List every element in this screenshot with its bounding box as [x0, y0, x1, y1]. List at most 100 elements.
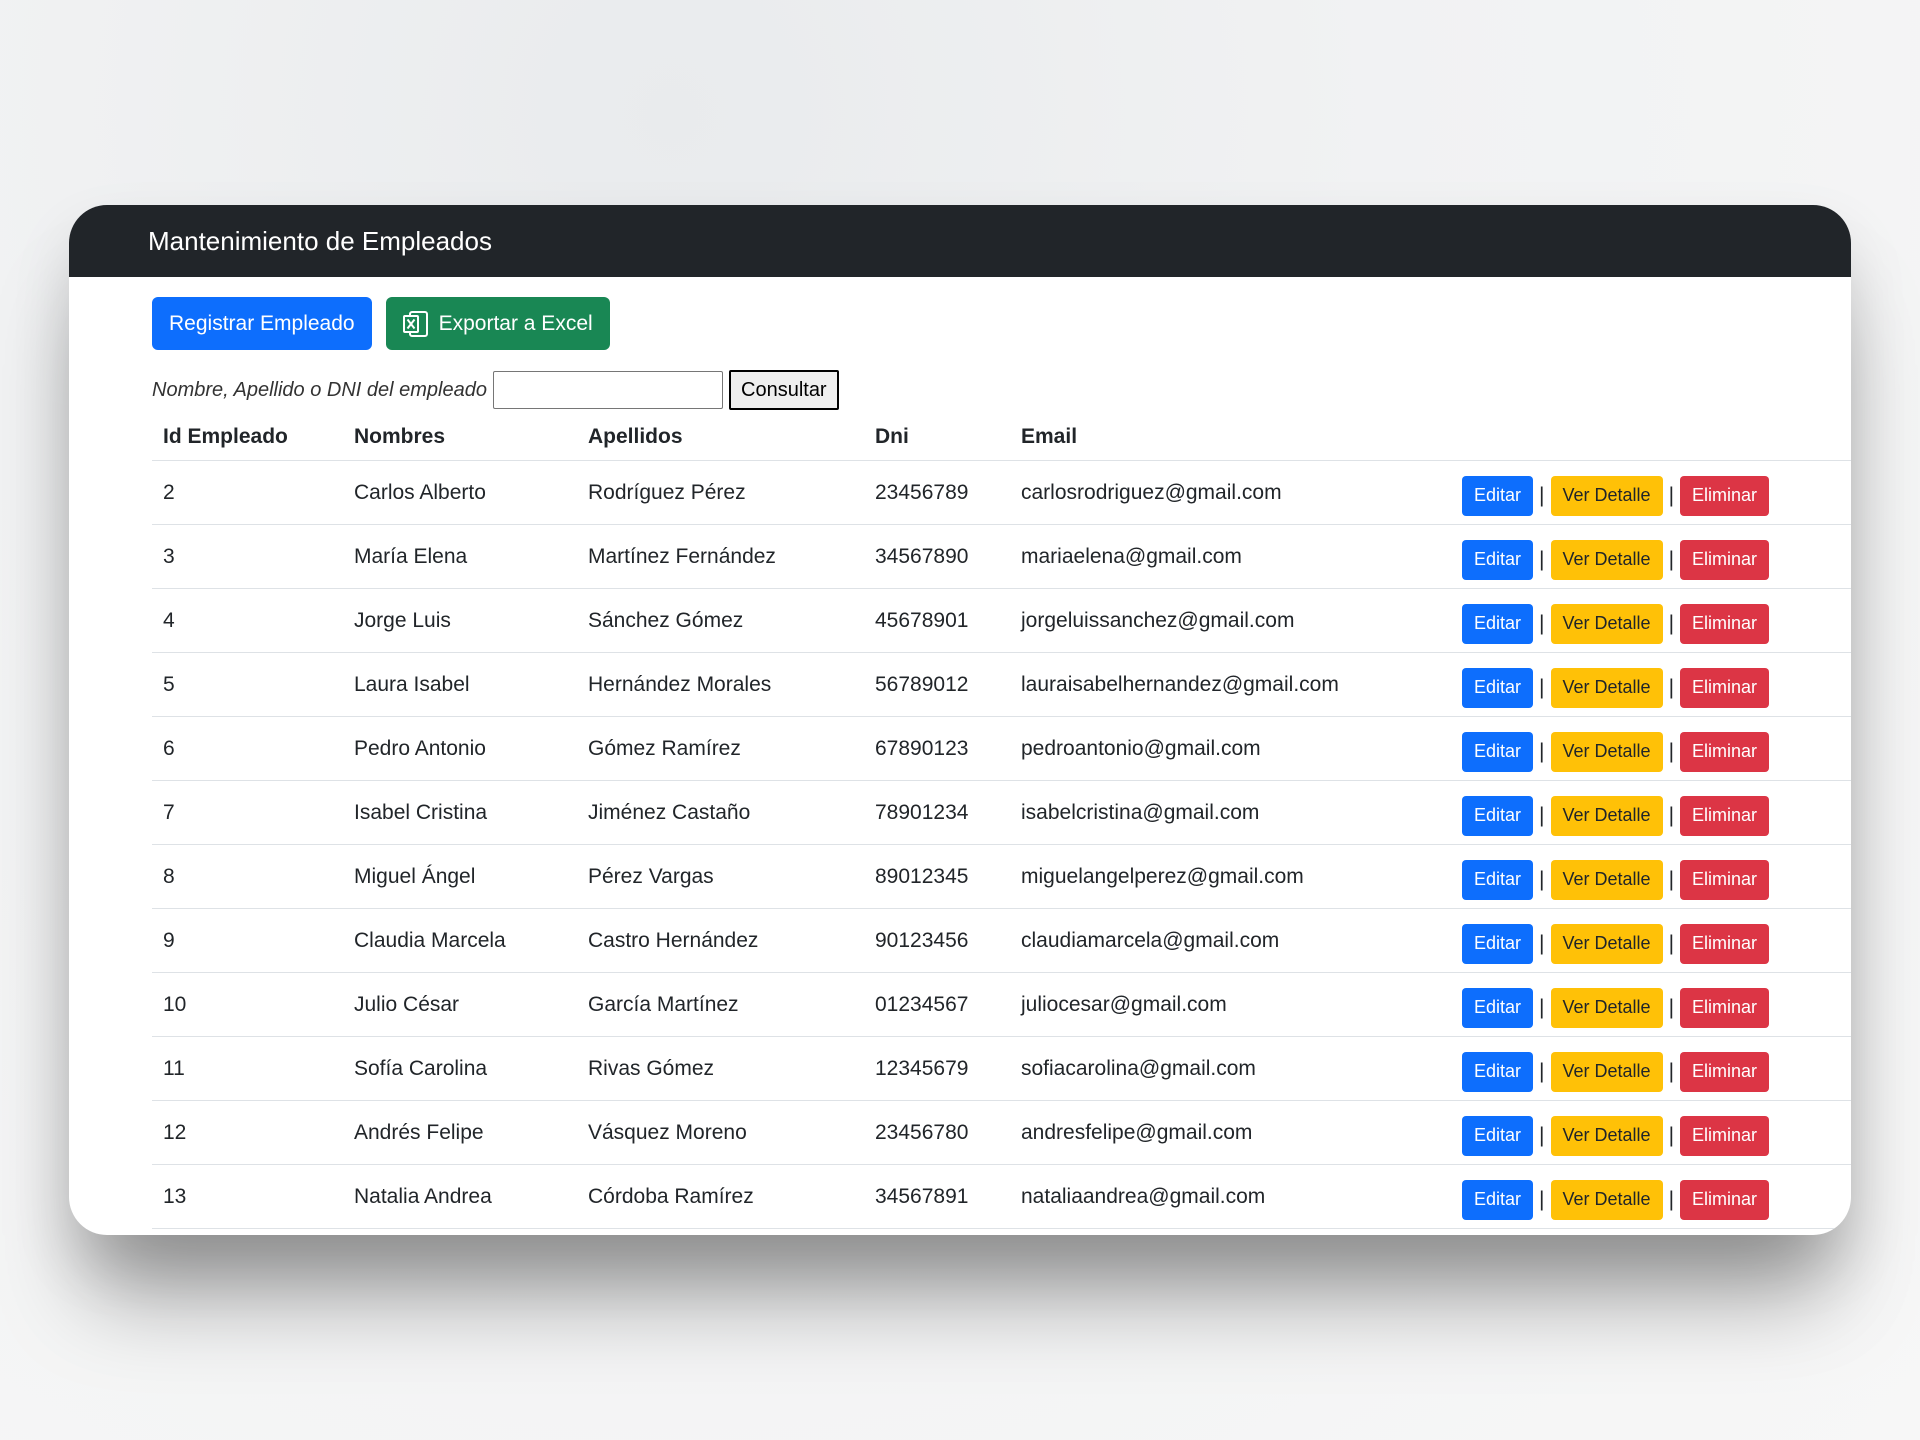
action-separator: | — [1668, 931, 1675, 955]
delete-button[interactable]: Eliminar — [1680, 923, 1770, 964]
view-detail-button[interactable]: Ver Detalle — [1550, 475, 1663, 516]
cell-apellidos: Rivas Gómez — [577, 1036, 864, 1101]
view-detail-button[interactable]: Ver Detalle — [1550, 1115, 1663, 1156]
delete-button[interactable]: Eliminar — [1680, 795, 1770, 836]
export-excel-button[interactable]: Exportar a Excel — [385, 297, 610, 350]
delete-button[interactable]: Eliminar — [1680, 539, 1770, 580]
cell-dni: 67890123 — [864, 716, 1010, 781]
cell-id: 11 — [152, 1036, 343, 1101]
delete-button[interactable]: Eliminar — [1680, 859, 1770, 900]
cell-apellidos: Hernández Morales — [577, 652, 864, 717]
row-actions: Editar | Ver Detalle | Eliminar — [1462, 854, 1851, 900]
column-header-actions — [1451, 414, 1851, 461]
view-detail-button[interactable]: Ver Detalle — [1550, 731, 1663, 772]
delete-button[interactable]: Eliminar — [1680, 987, 1770, 1028]
action-separator: | — [1668, 867, 1675, 891]
action-separator: | — [1668, 1123, 1675, 1147]
cell-dni: 23456780 — [864, 1100, 1010, 1165]
row-actions: Editar | Ver Detalle | Eliminar — [1462, 534, 1851, 580]
edit-button[interactable]: Editar — [1462, 795, 1534, 836]
cell-email: juliocesar@gmail.com — [1010, 972, 1451, 1037]
cell-nombres: Pedro Antonio — [343, 716, 577, 781]
excel-icon — [402, 310, 428, 337]
delete-button[interactable]: Eliminar — [1680, 1051, 1770, 1092]
edit-button[interactable]: Editar — [1462, 859, 1534, 900]
cell-actions: Editar | Ver Detalle | Eliminar — [1451, 844, 1851, 909]
delete-button[interactable]: Eliminar — [1680, 1179, 1770, 1220]
edit-button[interactable]: Editar — [1462, 475, 1534, 516]
edit-button[interactable]: Editar — [1462, 731, 1534, 772]
delete-button[interactable]: Eliminar — [1680, 475, 1770, 516]
cell-email: jorgeluissanchez@gmail.com — [1010, 588, 1451, 653]
cell-id: 10 — [152, 972, 343, 1037]
view-detail-button[interactable]: Ver Detalle — [1550, 667, 1663, 708]
cell-id: 5 — [152, 652, 343, 717]
action-separator: | — [1539, 1187, 1545, 1211]
column-header-id: Id Empleado — [152, 414, 343, 461]
action-bar: Registrar Empleado Exportar a Excel — [152, 297, 1851, 350]
view-detail-button[interactable]: Ver Detalle — [1550, 859, 1663, 900]
cell-dni: 56789012 — [864, 652, 1010, 717]
view-detail-button[interactable]: Ver Detalle — [1550, 1051, 1663, 1092]
row-actions: Editar | Ver Detalle | Eliminar — [1462, 662, 1851, 708]
row-actions: Editar | Ver Detalle | Eliminar — [1462, 1174, 1851, 1220]
view-detail-button[interactable]: Ver Detalle — [1550, 603, 1663, 644]
row-actions: Editar | Ver Detalle | Eliminar — [1462, 726, 1851, 772]
edit-button[interactable]: Editar — [1462, 1179, 1534, 1220]
cell-actions: Editar | Ver Detalle | Eliminar — [1451, 908, 1851, 973]
register-employee-label: Registrar Empleado — [169, 311, 355, 335]
cell-actions: Editar | Ver Detalle | Eliminar — [1451, 972, 1851, 1037]
consultar-button[interactable]: Consultar — [729, 370, 839, 410]
view-detail-button[interactable]: Ver Detalle — [1550, 539, 1663, 580]
cell-email: lauraisabelhernandez@gmail.com — [1010, 652, 1451, 717]
row-actions: Editar | Ver Detalle | Eliminar — [1462, 982, 1851, 1028]
page-title: Mantenimiento de Empleados — [148, 225, 492, 256]
edit-button[interactable]: Editar — [1462, 1115, 1534, 1156]
cell-actions: Editar | Ver Detalle | Eliminar — [1451, 716, 1851, 781]
table-row: 13 Natalia Andrea Córdoba Ramírez 34567891 n… — [152, 1164, 1851, 1229]
edit-button[interactable]: Editar — [1462, 923, 1534, 964]
action-separator: | — [1668, 547, 1675, 571]
cell-nombres: María Elena — [343, 524, 577, 589]
cell-email: nataliaandrea@gmail.com — [1010, 1164, 1451, 1229]
action-separator: | — [1668, 483, 1675, 507]
view-detail-button[interactable]: Ver Detalle — [1550, 923, 1663, 964]
cell-apellidos: Martínez Fernández — [577, 524, 864, 589]
action-separator: | — [1539, 547, 1545, 571]
cell-apellidos: García Martínez — [577, 972, 864, 1037]
register-employee-button[interactable]: Registrar Empleado — [152, 297, 372, 350]
cell-id: 9 — [152, 908, 343, 973]
delete-button[interactable]: Eliminar — [1680, 731, 1770, 772]
cell-email: carlosrodriguez@gmail.com — [1010, 460, 1451, 525]
row-actions: Editar | Ver Detalle | Eliminar — [1462, 790, 1851, 836]
delete-button[interactable]: Eliminar — [1680, 667, 1770, 708]
cell-dni: 12345679 — [864, 1036, 1010, 1101]
table-row: 6 Pedro Antonio Gómez Ramírez 67890123 pedro… — [152, 716, 1851, 781]
delete-button[interactable]: Eliminar — [1680, 603, 1770, 644]
action-separator: | — [1668, 1059, 1675, 1083]
action-separator: | — [1539, 995, 1545, 1019]
view-detail-button[interactable]: Ver Detalle — [1550, 1179, 1663, 1220]
action-separator: | — [1539, 675, 1545, 699]
cell-actions: Editar | Ver Detalle | Eliminar — [1451, 780, 1851, 845]
table-header-row: Id Empleado Nombres Apellidos Dni Email — [152, 414, 1851, 461]
view-detail-button[interactable]: Ver Detalle — [1550, 987, 1663, 1028]
cell-nombres: Andrés Felipe — [343, 1100, 577, 1165]
cell-actions: Editar | Ver Detalle | Eliminar — [1451, 1036, 1851, 1101]
column-header-apellidos: Apellidos — [577, 414, 864, 461]
view-detail-button[interactable]: Ver Detalle — [1550, 795, 1663, 836]
column-header-nombres: Nombres — [343, 414, 577, 461]
action-separator: | — [1668, 611, 1675, 635]
edit-button[interactable]: Editar — [1462, 987, 1534, 1028]
cell-dni: 23456789 — [864, 460, 1010, 525]
main-content: Registrar Empleado Exportar a Excel Nomb… — [69, 297, 1851, 1229]
cell-id: 13 — [152, 1164, 343, 1229]
cell-email: andresfelipe@gmail.com — [1010, 1100, 1451, 1165]
delete-button[interactable]: Eliminar — [1680, 1115, 1770, 1156]
edit-button[interactable]: Editar — [1462, 603, 1534, 644]
search-input[interactable] — [493, 371, 723, 409]
edit-button[interactable]: Editar — [1462, 539, 1534, 580]
edit-button[interactable]: Editar — [1462, 667, 1534, 708]
edit-button[interactable]: Editar — [1462, 1051, 1534, 1092]
cell-id: 3 — [152, 524, 343, 589]
